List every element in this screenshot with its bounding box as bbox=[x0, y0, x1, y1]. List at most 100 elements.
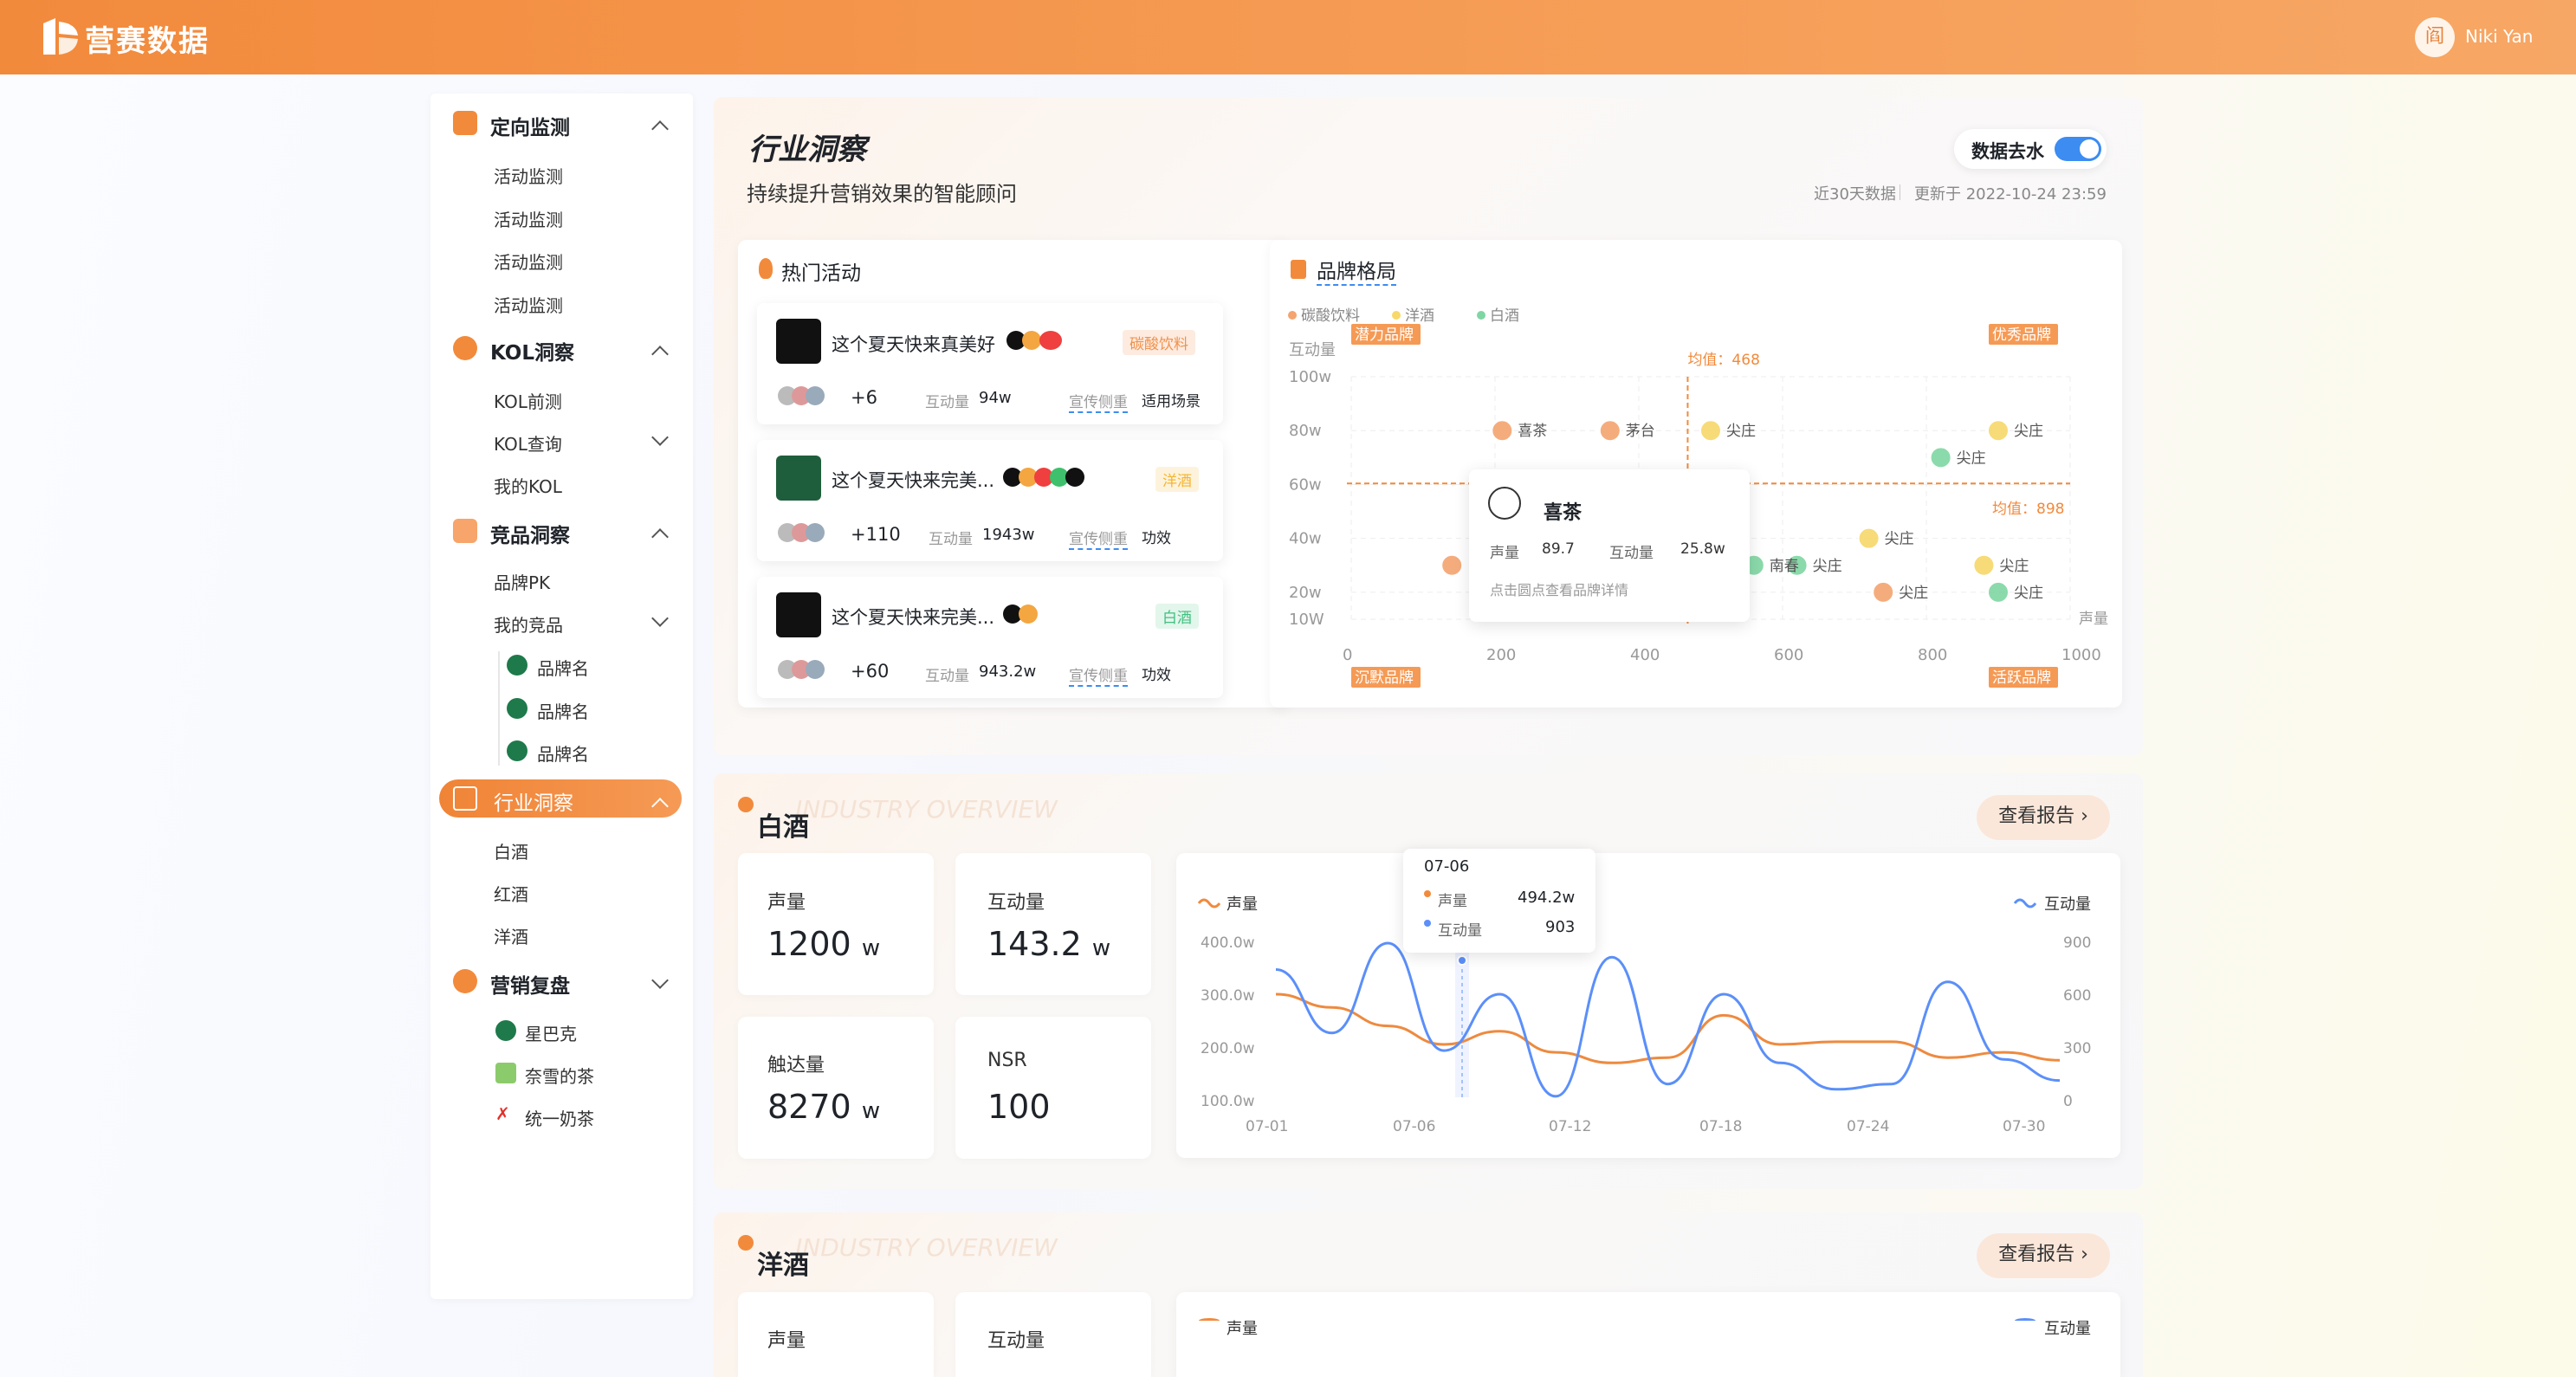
scatter-point bbox=[1872, 580, 1895, 604]
weibo-icon bbox=[1022, 331, 1041, 350]
kol-extra-count: +6 bbox=[851, 387, 877, 408]
trend-panel bbox=[1176, 1292, 2120, 1377]
tree-line bbox=[498, 651, 500, 766]
x-tick-label: 1000 bbox=[2061, 646, 2101, 664]
sidebar-item[interactable]: 奈雪的茶 bbox=[525, 1063, 594, 1088]
stat-label: NSR bbox=[987, 1050, 1027, 1071]
tooltip-label: 互动量 bbox=[1438, 922, 1482, 940]
sidebar-item[interactable]: 洋酒 bbox=[494, 923, 528, 948]
activity-title: 这个夏天快来真美好 bbox=[832, 334, 995, 355]
point-label: 尖庄 bbox=[1999, 558, 2029, 575]
hot-title: 热门活动 bbox=[781, 262, 861, 285]
stat-label: 触达量 bbox=[767, 1055, 825, 1076]
tooltip-value: 25.8w bbox=[1680, 540, 1725, 558]
xiaohongshu-icon bbox=[1039, 331, 1062, 350]
focus-value: 功效 bbox=[1142, 530, 1171, 547]
y-tick-label: 300.0w bbox=[1201, 987, 1255, 1005]
sidebar-section-competitor[interactable]: 竞品洞察 bbox=[490, 519, 570, 548]
sidebar-section-review[interactable]: 营销复盘 bbox=[490, 969, 570, 999]
x-tick-label: 07-01 bbox=[1246, 1118, 1288, 1135]
avatar[interactable]: 阎 bbox=[2415, 17, 2455, 57]
sidebar-item[interactable]: 统一奶茶 bbox=[525, 1105, 594, 1130]
activity-title: 这个夏天快来完美... bbox=[832, 470, 995, 491]
sidebar-item[interactable]: 我的竞品 bbox=[494, 611, 563, 637]
sidebar-item[interactable]: 白酒 bbox=[494, 838, 528, 863]
brand-map-title: 品牌格局 bbox=[1317, 255, 1396, 286]
sidebar-section-kol[interactable]: KOL洞察 bbox=[490, 336, 574, 365]
weibo-icon bbox=[1019, 604, 1038, 624]
stat-label: 声量 bbox=[767, 892, 806, 914]
scatter-point bbox=[1857, 527, 1880, 550]
sidebar-item[interactable]: 活动监测 bbox=[494, 163, 563, 188]
section-watermark: INDUSTRY OVERVIEW bbox=[795, 795, 1058, 824]
y-tick-label: 40w bbox=[1289, 530, 1322, 548]
quadrant-tag: 优秀品牌 bbox=[1992, 326, 2051, 344]
x-tick-label: 07-18 bbox=[1699, 1118, 1742, 1135]
sidebar-item[interactable]: 活动监测 bbox=[494, 292, 563, 317]
point-label: 尖庄 bbox=[1726, 423, 1756, 440]
y-tick-label: 200.0w bbox=[1201, 1040, 1255, 1057]
sidebar-item[interactable]: 红酒 bbox=[494, 881, 528, 906]
scatter-point bbox=[1699, 419, 1722, 443]
point-label: 尖庄 bbox=[1885, 531, 1914, 548]
sidebar-item[interactable]: 我的KOL bbox=[494, 473, 562, 498]
y-right-tick-label: 300 bbox=[2063, 1040, 2091, 1057]
starbucks-logo-icon bbox=[507, 655, 527, 676]
page-subtitle: 持续提升营销效果的智能顾问 bbox=[747, 182, 1017, 206]
scatter-point bbox=[1972, 553, 1996, 577]
legend-line-icon bbox=[2013, 898, 2037, 908]
focus-value: 功效 bbox=[1142, 667, 1171, 684]
dewater-toggle[interactable] bbox=[2055, 137, 2101, 161]
metric-value: 943.2w bbox=[979, 663, 1037, 681]
focus-value: 适用场景 bbox=[1142, 393, 1201, 411]
legend-label: 洋酒 bbox=[1405, 307, 1434, 325]
metric-value: 1943w bbox=[982, 526, 1035, 544]
page-title: 行业洞察 bbox=[748, 133, 866, 167]
tooltip-hint: 点击圆点查看品牌详情 bbox=[1490, 582, 1629, 598]
tooltip-value: 494.2w bbox=[1518, 889, 1576, 907]
x-tick-label: 07-06 bbox=[1393, 1118, 1435, 1135]
sidebar-item[interactable]: KOL前测 bbox=[494, 388, 562, 413]
x-tick-label: 0 bbox=[1343, 646, 1352, 664]
sidebar-section-monitor[interactable]: 定向监测 bbox=[490, 111, 570, 140]
kol-icon bbox=[453, 336, 477, 360]
metric-label: 互动量 bbox=[925, 394, 969, 411]
point-label: 尖庄 bbox=[1899, 585, 1928, 602]
sidebar-item[interactable]: 活动监测 bbox=[494, 206, 563, 231]
legend-line-icon bbox=[2015, 1318, 2036, 1323]
quadrant-tag: 潜力品牌 bbox=[1355, 326, 1414, 344]
douyin-icon bbox=[1065, 468, 1084, 487]
sidebar-item[interactable]: 星巴克 bbox=[525, 1020, 577, 1045]
point-label: 喜茶 bbox=[1518, 423, 1547, 440]
series-line-volume bbox=[1275, 992, 2061, 1064]
legend-line-icon bbox=[1197, 898, 1221, 908]
metric-label: 互动量 bbox=[929, 531, 973, 548]
stat-card bbox=[738, 853, 934, 995]
user-name[interactable]: Niki Yan bbox=[2465, 26, 2533, 47]
x-tick-label: 07-24 bbox=[1847, 1118, 1889, 1135]
section-watermark: INDUSTRY OVERVIEW bbox=[795, 1233, 1058, 1262]
view-report-button[interactable]: 查看报告 › bbox=[1977, 1233, 2110, 1278]
view-report-button[interactable]: 查看报告 › bbox=[1977, 795, 2110, 840]
x-tick-label: 07-30 bbox=[2003, 1118, 2045, 1135]
sidebar-item[interactable]: 品牌PK bbox=[494, 569, 550, 594]
sidebar-item[interactable]: KOL查询 bbox=[494, 430, 562, 456]
section-title: 白酒 bbox=[757, 812, 809, 843]
scatter-point bbox=[1929, 446, 1952, 469]
legend-dot bbox=[1392, 311, 1401, 320]
sidebar-item[interactable]: 活动监测 bbox=[494, 249, 563, 274]
trend-line-chart: 声量 互动量100.0w200.0w300.0w400.0w03006009000… bbox=[1197, 895, 2091, 1135]
category-tag: 碳酸饮料 bbox=[1123, 330, 1195, 355]
metric-label: 互动量 bbox=[925, 668, 969, 685]
competitor-brand[interactable]: 品牌名 bbox=[537, 655, 589, 680]
data-range: 近30天数据 bbox=[1814, 185, 1896, 204]
y-tick-label: 20w bbox=[1289, 584, 1322, 602]
quadrant-tag: 沉默品牌 bbox=[1355, 669, 1414, 687]
sidebar-section-industry[interactable]: 行业洞察 bbox=[494, 786, 573, 816]
legend-label: 碳酸饮料 bbox=[1301, 307, 1360, 325]
competitor-brand[interactable]: 品牌名 bbox=[537, 698, 589, 723]
legend-label: 互动量 bbox=[2044, 895, 2091, 914]
activity-logo bbox=[776, 319, 821, 364]
tooltip-label: 声量 bbox=[1438, 893, 1467, 910]
competitor-brand[interactable]: 品牌名 bbox=[537, 740, 589, 766]
